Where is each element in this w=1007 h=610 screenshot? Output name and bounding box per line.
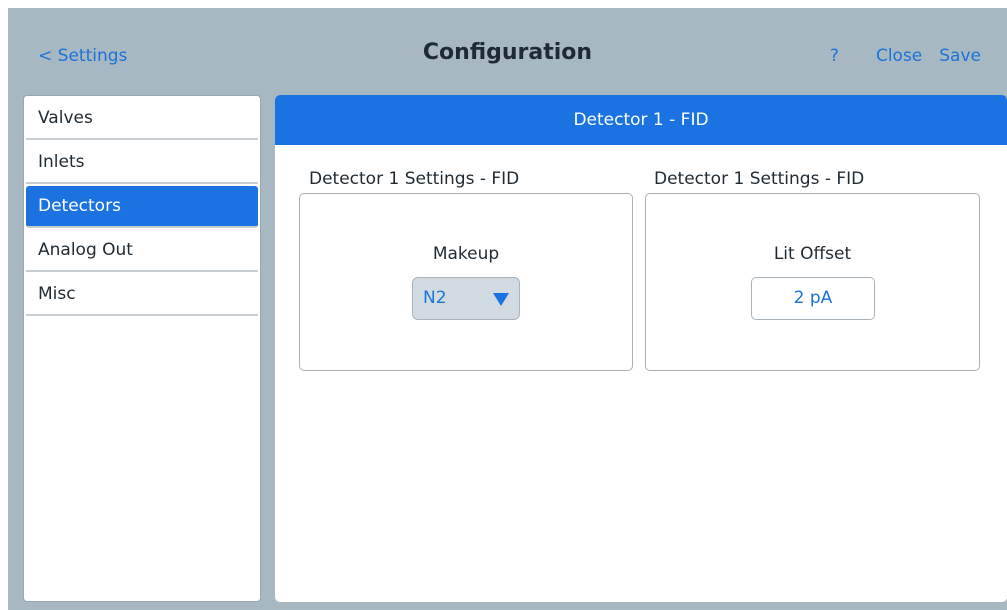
help-button[interactable]: ?: [830, 46, 839, 66]
lit-offset-label: Lit Offset: [773, 244, 852, 264]
makeup-dropdown[interactable]: N2: [412, 277, 520, 320]
sidebar: Valves Inlets Detectors Analog Out Misc: [23, 95, 261, 602]
sidebar-item-valves[interactable]: Valves: [26, 98, 258, 140]
lit-offset-input[interactable]: 2 pA: [751, 277, 875, 320]
close-button[interactable]: Close: [876, 46, 922, 66]
chevron-down-icon: [493, 293, 509, 306]
main-panel: Detector 1 - FID Detector 1 Settings - F…: [275, 95, 1007, 602]
makeup-value: N2: [423, 288, 447, 308]
panel-title-makeup: Detector 1 Settings - FID: [309, 169, 520, 189]
makeup-panel: Makeup N2: [299, 193, 633, 371]
lit-offset-panel: Lit Offset 2 pA: [645, 193, 980, 371]
sidebar-item-inlets[interactable]: Inlets: [26, 142, 258, 184]
sidebar-item-misc[interactable]: Misc: [26, 274, 258, 316]
sidebar-item-detectors[interactable]: Detectors: [26, 186, 258, 228]
sidebar-item-analog-out[interactable]: Analog Out: [26, 230, 258, 272]
top-bar: < Settings Configuration ? Close Save: [8, 8, 1007, 94]
app-window: < Settings Configuration ? Close Save Va…: [8, 8, 1007, 610]
makeup-label: Makeup: [432, 244, 500, 264]
back-to-settings-link[interactable]: < Settings: [38, 46, 127, 66]
top-actions: ? Close Save: [830, 46, 981, 66]
panel-title-lit-offset: Detector 1 Settings - FID: [654, 169, 865, 189]
save-button[interactable]: Save: [939, 46, 981, 66]
detector-header: Detector 1 - FID: [275, 95, 1007, 145]
